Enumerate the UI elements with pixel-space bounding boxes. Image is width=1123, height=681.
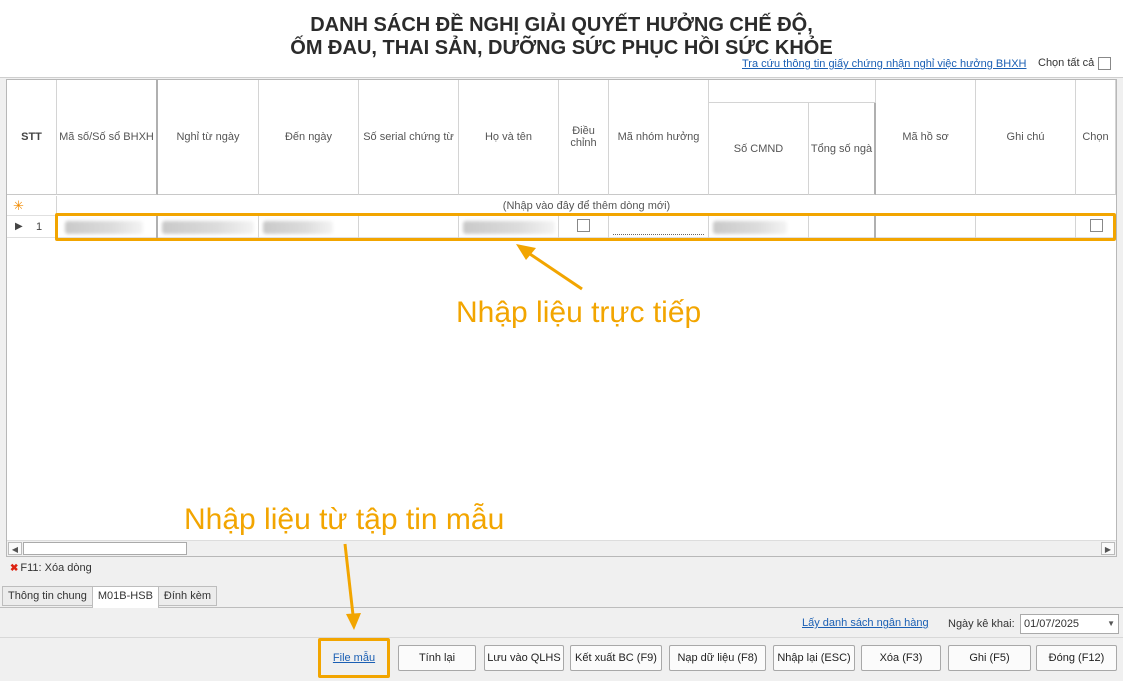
- delete-row-label: F11: Xóa dòng: [20, 562, 92, 574]
- column-header-dieu-chinh-line2: chỉnh: [570, 137, 597, 149]
- page-title-line1: DANH SÁCH ĐỀ NGHỊ GIẢI QUYẾT HƯỞNG CHẾ Đ…: [310, 14, 813, 36]
- row-indicator: ▶ 1: [7, 216, 57, 238]
- save-to-qlhs-button[interactable]: Lưu vào QLHS: [484, 645, 564, 671]
- column-header-so-cmnd[interactable]: Số CMND: [709, 103, 809, 195]
- declaration-date-value: 01/07/2025: [1024, 618, 1080, 630]
- horizontal-scrollbar[interactable]: ◀ ▶: [7, 540, 1116, 556]
- select-all-label: Chọn tất cả: [1038, 57, 1095, 69]
- tab-thong-tin-chung[interactable]: Thông tin chung: [2, 586, 93, 606]
- column-header-tong-so[interactable]: Tổng số ngà: [809, 103, 876, 195]
- recalculate-button[interactable]: Tính lại: [398, 645, 476, 671]
- column-header-dieu-chinh[interactable]: Điều chỉnh: [559, 80, 609, 195]
- direct-entry-annotation: Nhập liệu trực tiếp: [456, 296, 702, 329]
- column-header-ho-ten[interactable]: Họ và tên: [459, 80, 559, 195]
- row-number: 1: [36, 221, 43, 233]
- save-button[interactable]: Ghi (F5): [948, 645, 1031, 671]
- column-header-ghi-chu[interactable]: Ghi chú: [976, 80, 1076, 195]
- column-header-serial[interactable]: Số serial chứng từ: [359, 80, 459, 195]
- page-title-line2: ỐM ĐAU, THAI SẢN, DƯỠNG SỨC PHỤC HỒI SỨC…: [290, 37, 833, 59]
- scroll-right-icon[interactable]: ▶: [1101, 542, 1115, 555]
- title-area: DANH SÁCH ĐỀ NGHỊ GIẢI QUYẾT HƯỞNG CHẾ Đ…: [0, 0, 1123, 78]
- column-header-stt[interactable]: STT: [7, 80, 57, 195]
- tab-dinh-kem[interactable]: Đính kèm: [157, 586, 217, 606]
- column-header-den-ngay[interactable]: Đến ngày: [259, 80, 359, 195]
- delete-button[interactable]: Xóa (F3): [861, 645, 941, 671]
- template-entry-arrow-head-icon: [346, 613, 361, 630]
- tab-m01b-hsb[interactable]: M01B-HSB: [91, 586, 159, 608]
- column-group-header: [709, 80, 876, 103]
- column-header-ma-nhom[interactable]: Mã nhóm hưởng: [609, 80, 709, 195]
- select-all-checkbox[interactable]: [1098, 57, 1111, 70]
- page-title: DANH SÁCH ĐỀ NGHỊ GIẢI QUYẾT HƯỞNG CHẾ Đ…: [0, 14, 1123, 60]
- column-header-chon[interactable]: Chọn: [1076, 80, 1116, 195]
- reenter-button[interactable]: Nhập lại (ESC): [773, 645, 855, 671]
- column-header-dieu-chinh-line1: Điều: [572, 125, 595, 137]
- chevron-down-icon[interactable]: ▼: [1107, 615, 1115, 633]
- load-data-button[interactable]: Nạp dữ liệu (F8): [669, 645, 766, 671]
- export-report-button[interactable]: Kết xuất BC (F9): [570, 645, 662, 671]
- column-header-nghi-tu[interactable]: Nghỉ từ ngày: [158, 80, 259, 195]
- tab-strip: Thông tin chung M01B-HSB Đính kèm: [2, 586, 217, 608]
- delete-row-icon: ✖: [10, 563, 19, 574]
- footer-separator: [0, 637, 1123, 638]
- new-row-asterisk-icon: ✳: [7, 196, 57, 216]
- delete-row-hint: ✖ F11: Xóa dòng: [10, 562, 92, 574]
- declaration-date-picker[interactable]: 01/07/2025 ▼: [1020, 614, 1119, 634]
- scroll-thumb[interactable]: [23, 542, 187, 555]
- bank-list-link[interactable]: Lấy danh sách ngân hàng: [802, 617, 929, 629]
- lookup-certificate-link[interactable]: Tra cứu thông tin giấy chứng nhận nghỉ v…: [742, 58, 1027, 70]
- scroll-left-icon[interactable]: ◀: [8, 542, 22, 555]
- declaration-date-label: Ngày kê khai:: [948, 618, 1015, 630]
- column-header-ma-so[interactable]: Mã số/Số sổ BHXH: [57, 80, 158, 195]
- close-button[interactable]: Đóng (F12): [1036, 645, 1117, 671]
- file-template-link[interactable]: File mẫu: [318, 638, 390, 678]
- column-header-ma-ho-so[interactable]: Mã hồ sơ: [876, 80, 976, 195]
- row-pointer-icon: ▶: [15, 221, 23, 232]
- template-entry-annotation: Nhập liệu từ tập tin mẫu: [184, 503, 505, 536]
- direct-entry-highlight: [55, 213, 1116, 241]
